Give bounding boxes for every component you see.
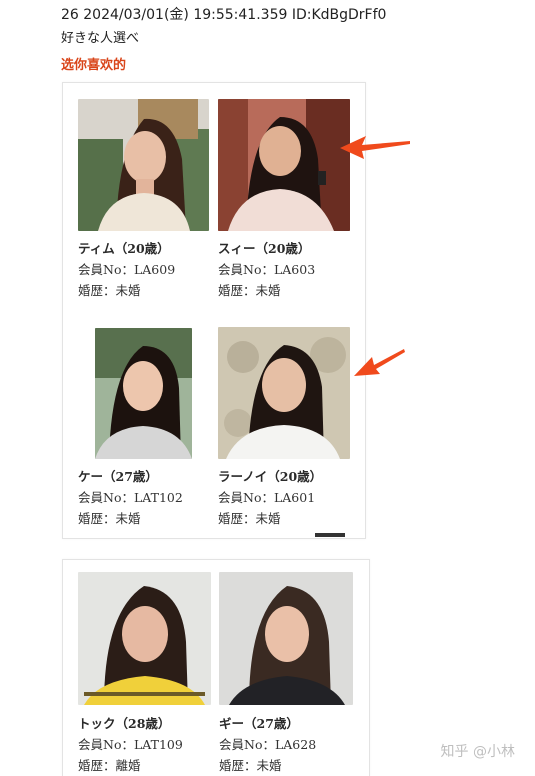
profile-photo-3[interactable] (95, 328, 192, 459)
arrow-pointer-icon (354, 349, 405, 376)
profile-caption-1: ティム（20歳） 会員No：LA609 婚歴：未婚 (78, 238, 175, 301)
arrow-pointer-icon (340, 136, 410, 159)
profile-name: ティム（20歳） (78, 241, 170, 256)
profile-name: ケー（27歳） (78, 469, 158, 484)
profile-caption-4: ラーノイ（20歳） 会員No：LA601 婚歴：未婚 (218, 466, 322, 529)
profile-marital: 婚歴：未婚 (218, 283, 281, 298)
profile-photo-5[interactable] (78, 572, 211, 705)
watermark: 知乎 @小林 (440, 744, 515, 760)
profile-member-no: 会員No：LA609 (78, 262, 176, 277)
scroll-indicator (315, 533, 345, 537)
profile-marital: 婚歴：未婚 (78, 283, 141, 298)
profile-name: ギー（27歳） (219, 716, 299, 731)
profile-name: スィー（20歳） (218, 241, 311, 256)
profile-member-no: 会員No：LAT109 (78, 737, 183, 752)
profile-marital: 婚歴：離婚 (78, 758, 141, 773)
profile-member-no: 会員No：LA601 (218, 490, 316, 505)
profile-member-no: 会員No：LA603 (218, 262, 316, 277)
profile-marital: 婚歴：未婚 (219, 758, 282, 773)
profile-caption-3: ケー（27歳） 会員No：LAT102 婚歴：未婚 (78, 466, 183, 529)
profile-caption-6: ギー（27歳） 会員No：LA628 婚歴：未婚 (219, 713, 316, 776)
profile-marital: 婚歴：未婚 (218, 511, 281, 526)
post-translation: 选你喜欢的 (61, 58, 127, 73)
profile-photo-1[interactable] (78, 99, 209, 231)
post-message: 好きな人選べ (61, 31, 140, 46)
profile-caption-2: スィー（20歳） 会員No：LA603 婚歴：未婚 (218, 238, 315, 301)
profile-marital: 婚歴：未婚 (78, 511, 141, 526)
profile-name: ラーノイ（20歳） (218, 469, 323, 484)
post-header: 26 2024/03/01(金) 19:55:41.359 ID:KdBgDrF… (61, 7, 387, 23)
profile-member-no: 会員No：LAT102 (78, 490, 183, 505)
profile-member-no: 会員No：LA628 (219, 737, 317, 752)
profile-photo-6[interactable] (219, 572, 353, 705)
profile-photo-4[interactable] (218, 327, 350, 459)
profile-photo-2[interactable] (218, 99, 350, 231)
profile-caption-5: トック（28歳） 会員No：LAT109 婚歴：離婚 (78, 713, 183, 776)
profile-name: トック（28歳） (78, 716, 171, 731)
